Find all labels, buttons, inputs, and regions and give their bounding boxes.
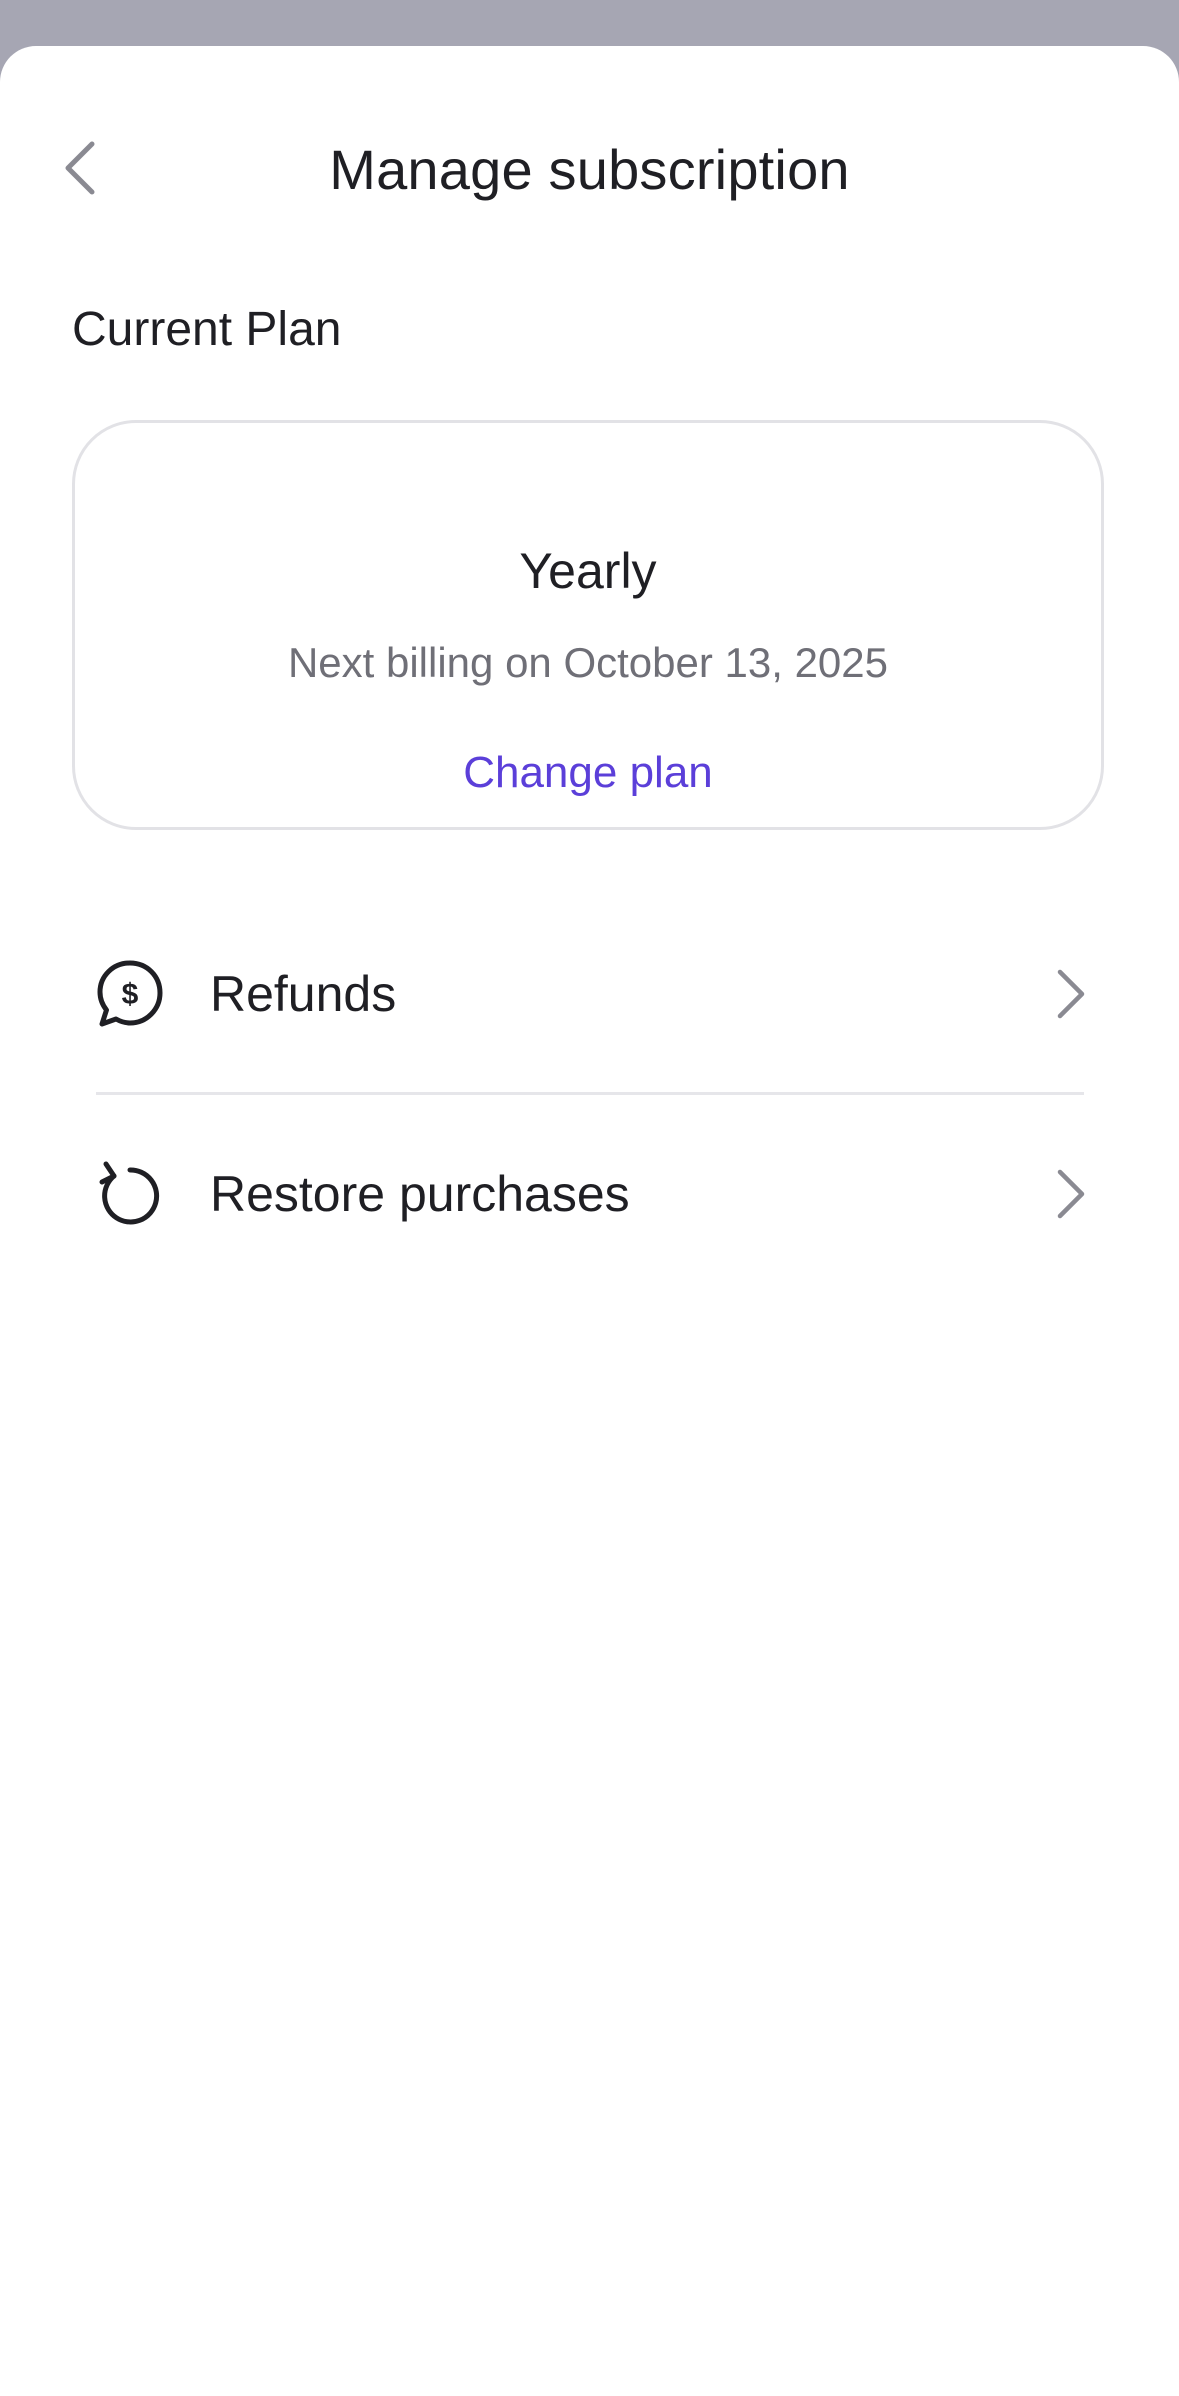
list-divider — [96, 1092, 1084, 1095]
restore-purchases-label: Restore purchases — [210, 1166, 630, 1222]
chevron-right-icon — [1057, 969, 1085, 1019]
current-plan-card: Yearly Next billing on October 13, 2025 … — [72, 420, 1104, 830]
svg-text:$: $ — [122, 978, 139, 1011]
header: Manage subscription — [0, 46, 1179, 286]
subscription-sheet: Manage subscription Current Plan Yearly … — [0, 46, 1179, 2396]
refunds-row[interactable]: $ Refunds — [72, 918, 1104, 1068]
refunds-label: Refunds — [210, 966, 397, 1022]
next-billing-date: Next billing on October 13, 2025 — [287, 639, 889, 686]
plan-name: Yearly — [519, 543, 657, 599]
dollar-chat-bubble-icon: $ — [97, 960, 163, 1027]
chevron-right-icon — [1057, 1169, 1085, 1219]
restore-arrow-icon — [99, 1161, 160, 1225]
current-plan-heading: Current Plan — [72, 303, 342, 356]
restore-purchases-row[interactable]: Restore purchases — [72, 1118, 1104, 1268]
change-plan-link[interactable]: Change plan — [75, 745, 1101, 801]
page-title: Manage subscription — [329, 138, 850, 201]
